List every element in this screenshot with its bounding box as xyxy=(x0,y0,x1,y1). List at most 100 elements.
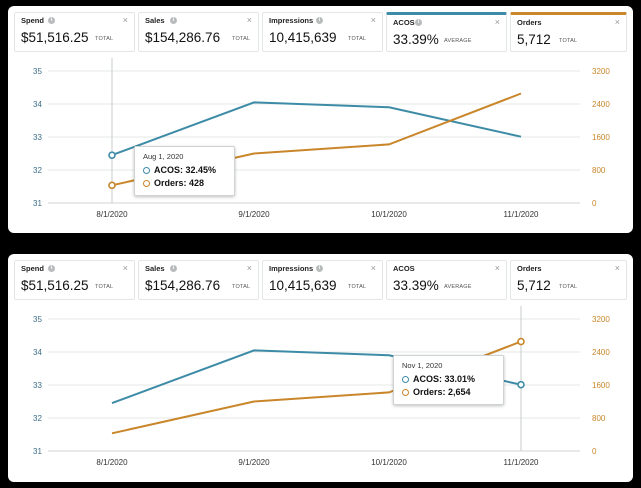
acos-legend-dot-icon xyxy=(402,376,409,383)
right-axis-tick-label: 3200 xyxy=(592,315,610,324)
close-icon[interactable]: × xyxy=(615,17,620,27)
x-axis-tick-label: 10/1/2020 xyxy=(371,458,407,467)
close-icon[interactable]: × xyxy=(371,15,376,25)
metric-value: $51,516.25 xyxy=(21,278,89,293)
metric-card-spend[interactable]: Spend i × $51,516.25 TOTAL xyxy=(14,12,135,52)
metric-card-acos[interactable]: ACOS × 33.39% AVERAGE xyxy=(386,260,507,300)
right-axis-tick-label: 800 xyxy=(592,414,606,423)
tooltip-acos: ACOS: 32.45% xyxy=(154,165,217,175)
close-icon[interactable]: × xyxy=(495,263,500,273)
metric-card-sales[interactable]: Sales i × $154,286.76 TOTAL xyxy=(138,12,259,52)
right-axis-tick-label: 2400 xyxy=(592,348,610,357)
metric-label: ACOS xyxy=(393,18,415,27)
info-icon[interactable]: i xyxy=(48,17,55,24)
tooltip-date: Nov 1, 2020 xyxy=(402,361,443,370)
left-axis-tick-label: 35 xyxy=(33,315,42,324)
metric-cards: Spend i × $51,516.25 TOTAL Sales i × $15… xyxy=(14,12,627,54)
metric-suffix: TOTAL xyxy=(232,284,251,290)
info-icon[interactable]: i xyxy=(170,265,177,272)
tooltip-orders-row: Orders: 428 xyxy=(143,178,204,188)
metric-value: 5,712 xyxy=(517,32,551,47)
left-axis-tick-label: 32 xyxy=(33,166,42,175)
tooltip-acos: ACOS: 33.01% xyxy=(413,374,476,384)
metric-label: Impressions xyxy=(269,16,314,25)
metric-label: Orders xyxy=(517,18,542,27)
metric-cards: Spend i × $51,516.25 TOTAL Sales i × $15… xyxy=(14,260,627,302)
x-axis-tick-label: 9/1/2020 xyxy=(238,210,270,219)
chart-tooltip: Aug 1, 2020 ACOS: 32.45% Orders: 428 xyxy=(134,146,235,196)
info-icon[interactable]: i xyxy=(415,19,422,26)
metric-suffix: TOTAL xyxy=(95,36,114,42)
info-icon[interactable]: i xyxy=(170,17,177,24)
orders-highlight-point xyxy=(517,337,525,346)
acos-highlight-point xyxy=(108,151,116,159)
acos-legend-dot-icon xyxy=(143,167,150,174)
chart-tooltip: Nov 1, 2020 ACOS: 33.01% Orders: 2,654 xyxy=(393,355,504,405)
left-axis-tick-label: 31 xyxy=(33,447,42,456)
close-icon[interactable]: × xyxy=(371,263,376,273)
metric-value: 10,415,639 xyxy=(269,30,337,45)
metric-card-orders[interactable]: Orders × 5,712 TOTAL xyxy=(510,12,627,52)
right-axis-tick-label: 800 xyxy=(592,166,606,175)
right-axis-tick-label: 2400 xyxy=(592,100,610,109)
x-axis-tick-label: 9/1/2020 xyxy=(238,458,270,467)
close-icon[interactable]: × xyxy=(247,15,252,25)
metric-suffix: TOTAL xyxy=(232,36,251,42)
metric-card-impressions[interactable]: Impressions i × 10,415,639 TOTAL xyxy=(262,12,383,52)
left-axis-tick-label: 33 xyxy=(33,381,42,390)
tooltip-orders-row: Orders: 2,654 xyxy=(402,387,471,397)
metric-label: Orders xyxy=(517,264,542,273)
x-axis-tick-label: 11/1/2020 xyxy=(504,458,540,467)
right-axis-tick-label: 0 xyxy=(592,199,597,208)
right-axis-tick-label: 3200 xyxy=(592,67,610,76)
close-icon[interactable]: × xyxy=(495,17,500,27)
orders-legend-dot-icon xyxy=(143,180,150,187)
close-icon[interactable]: × xyxy=(615,263,620,273)
metric-suffix: TOTAL xyxy=(348,284,367,290)
x-axis-tick-label: 8/1/2020 xyxy=(96,210,128,219)
info-icon[interactable]: i xyxy=(316,265,323,272)
orders-highlight-point xyxy=(108,181,116,190)
tooltip-acos-row: ACOS: 33.01% xyxy=(402,374,475,384)
metric-label: Sales xyxy=(145,264,165,273)
left-axis-tick-label: 34 xyxy=(33,348,42,357)
tooltip-orders: Orders: 2,654 xyxy=(413,387,471,397)
metric-label: Impressions xyxy=(269,264,314,273)
acos-orders-line-chart: 35 3200 34 2400 33 1600 32 800 31 0 8/1/2020 9/1/20… xyxy=(33,306,610,467)
left-axis-tick-label: 32 xyxy=(33,414,42,423)
left-axis-tick-label: 31 xyxy=(33,199,42,208)
metric-value: $154,286.76 xyxy=(145,278,221,293)
orders-legend-dot-icon xyxy=(402,389,409,396)
metric-value: $51,516.25 xyxy=(21,30,89,45)
metric-suffix: TOTAL xyxy=(95,284,114,290)
left-axis-tick-label: 35 xyxy=(33,67,42,76)
close-icon[interactable]: × xyxy=(123,15,128,25)
acos-orders-line-chart: 35 3200 34 2400 33 1600 32 800 31 0 8/1/2020 9/1/20… xyxy=(33,58,610,219)
info-icon[interactable]: i xyxy=(316,17,323,24)
close-icon[interactable]: × xyxy=(123,263,128,273)
right-axis-tick-label: 1600 xyxy=(592,133,610,142)
chart-panel: Spend i × $51,516.25 TOTAL Sales i × $15… xyxy=(8,6,633,233)
left-axis-tick-label: 33 xyxy=(33,133,42,142)
metric-suffix: AVERAGE xyxy=(444,38,472,44)
metric-card-spend[interactable]: Spend i × $51,516.25 TOTAL xyxy=(14,260,135,300)
chart-panel: Spend i × $51,516.25 TOTAL Sales i × $15… xyxy=(8,254,633,482)
x-axis-tick-label: 10/1/2020 xyxy=(371,210,407,219)
info-icon[interactable]: i xyxy=(48,265,55,272)
metric-card-orders[interactable]: Orders × 5,712 TOTAL xyxy=(510,260,627,300)
metric-suffix: TOTAL xyxy=(559,284,578,290)
metric-suffix: TOTAL xyxy=(559,38,578,44)
x-axis-tick-label: 8/1/2020 xyxy=(96,458,128,467)
x-axis-tick-label: 11/1/2020 xyxy=(504,210,540,219)
metric-value: 5,712 xyxy=(517,278,551,293)
metric-value: 10,415,639 xyxy=(269,278,337,293)
metric-card-impressions[interactable]: Impressions i × 10,415,639 TOTAL xyxy=(262,260,383,300)
metric-card-sales[interactable]: Sales i × $154,286.76 TOTAL xyxy=(138,260,259,300)
metric-value: 33.39% xyxy=(393,278,439,293)
metric-label: ACOS xyxy=(393,264,415,273)
tooltip-acos-row: ACOS: 32.45% xyxy=(143,165,216,175)
acos-highlight-point xyxy=(517,380,525,389)
close-icon[interactable]: × xyxy=(247,263,252,273)
metric-card-acos[interactable]: ACOS i × 33.39% AVERAGE xyxy=(386,12,507,52)
metric-label: Spend xyxy=(21,264,44,273)
